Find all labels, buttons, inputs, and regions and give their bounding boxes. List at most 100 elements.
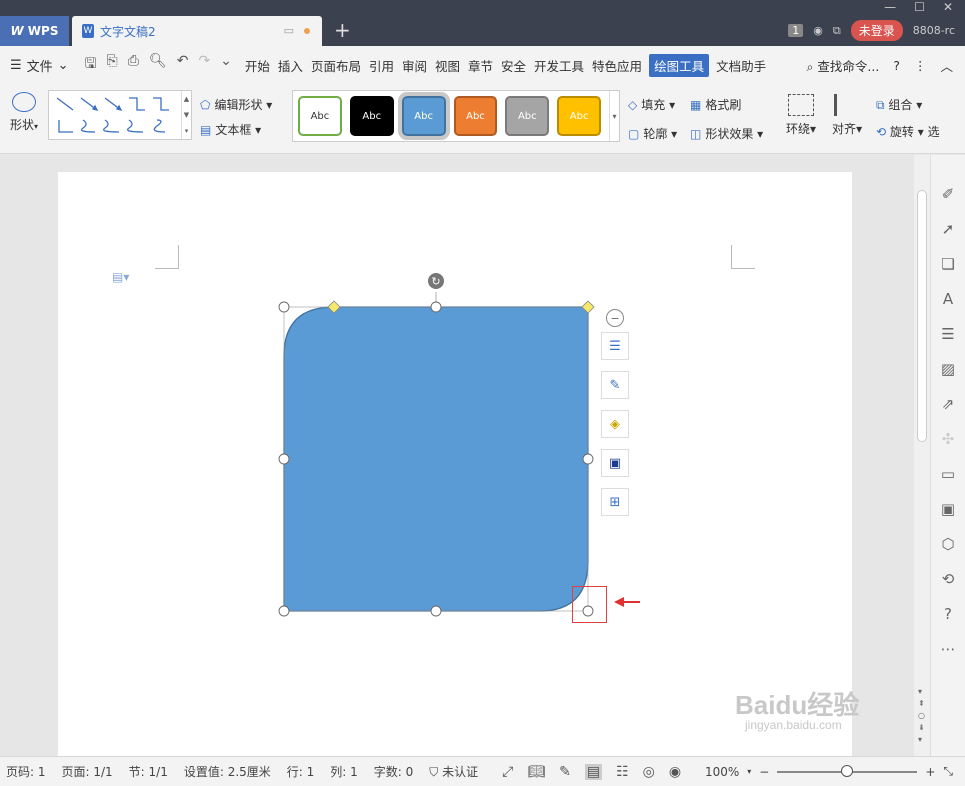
rounded-rectangle-shape[interactable]: ↻ <box>278 272 618 632</box>
new-tab-button[interactable]: + <box>334 18 351 42</box>
skin-icon[interactable]: ◉ <box>813 24 823 37</box>
menu-item[interactable]: 引用 <box>368 54 395 77</box>
read-mode-icon[interactable]: 📖︎ <box>527 764 545 780</box>
print-preview-icon[interactable]: 🔍︎ <box>149 53 167 77</box>
history-icon[interactable]: ⟲ <box>942 570 955 588</box>
paragraph-layout-icon[interactable]: ▤▾ <box>112 270 129 284</box>
web-view-icon[interactable]: ◎ <box>643 764 655 780</box>
line-shapes-gallery[interactable]: ▲ ▼ ▾ <box>48 90 192 140</box>
vertical-scrollbar[interactable]: ▾ ⇞ ○ ⇟ ▾ <box>914 155 930 756</box>
resize-handle-bottom-left[interactable] <box>278 605 290 617</box>
cursor-icon[interactable]: ➚ <box>942 220 955 238</box>
search-command[interactable]: ⌕ 查找命令... <box>806 56 879 75</box>
shape-style-option[interactable]: Abc <box>397 92 450 140</box>
window-count-badge[interactable]: 1 <box>788 24 804 37</box>
shape-body[interactable] <box>283 306 589 612</box>
align-button[interactable]: 对齐▾ <box>832 94 862 137</box>
resize-handle-right[interactable] <box>582 453 594 465</box>
document-tab[interactable]: W 文字文稿2 ▭ <box>72 16 322 46</box>
edit-mode-icon[interactable]: ✎ <box>559 764 571 780</box>
fill-button[interactable]: ◇ 填充 ▾ <box>628 96 690 113</box>
scrollbar-thumb[interactable] <box>917 190 927 442</box>
resize-handle-top[interactable] <box>430 301 442 313</box>
outline-style-icon[interactable]: ▣ <box>601 449 629 477</box>
layout-options-icon[interactable]: ☰ <box>601 332 629 360</box>
more-icon[interactable]: ⋮ <box>914 58 927 73</box>
shield-icon[interactable]: ⬡ <box>941 535 954 553</box>
fill-bucket-icon[interactable]: ◈ <box>601 410 629 438</box>
status-word-count[interactable]: 字数: 0 <box>374 763 414 780</box>
menu-item[interactable]: 页面布局 <box>310 54 362 77</box>
document-page[interactable]: ▤▾ ↻ − ☰ ✎ ◈ ▣ ⊞ <box>58 172 852 772</box>
minimize-icon[interactable]: — <box>884 0 896 14</box>
image-gallery-icon[interactable]: ▨ <box>941 360 955 378</box>
menu-item[interactable]: 视图 <box>434 54 461 77</box>
fullscreen-icon[interactable]: ⤢ <box>502 764 513 780</box>
shape-style-option[interactable]: Abc <box>453 96 498 136</box>
save-icon[interactable]: 🖫 <box>85 53 97 77</box>
more-dots-icon[interactable]: ⋯ <box>941 640 956 658</box>
wps-home-tab[interactable]: W WPS <box>0 16 69 46</box>
shapes-icon[interactable]: ❏ <box>941 255 954 273</box>
resize-handle-top-left[interactable] <box>278 301 290 313</box>
status-section[interactable]: 节: 1/1 <box>129 763 168 780</box>
pen-icon[interactable]: ✎ <box>601 371 629 399</box>
shape-style-option[interactable]: Abc <box>298 96 342 136</box>
rotate-button[interactable]: ⟲ 旋转 ▾ 选 <box>876 123 940 140</box>
resize-handle-bottom[interactable] <box>430 605 442 617</box>
zoom-out-icon[interactable]: − <box>759 765 769 779</box>
page-view-icon[interactable]: ▤ <box>584 763 603 780</box>
eye-protect-icon[interactable]: ◉ <box>669 764 681 780</box>
settings-sliders-icon[interactable]: ☰ <box>941 325 954 343</box>
login-button[interactable]: 未登录 <box>850 20 903 41</box>
menu-item[interactable]: 安全 <box>500 54 527 77</box>
menu-item[interactable]: 章节 <box>467 54 494 77</box>
text-style-icon[interactable]: A <box>943 290 953 308</box>
share-out-icon[interactable]: ⇗ <box>942 395 955 413</box>
monitor-icon[interactable]: ▭ <box>284 24 294 37</box>
export-pdf-icon[interactable]: ⎘ <box>107 53 118 77</box>
menu-item[interactable]: 开发工具 <box>533 54 585 77</box>
wrap-button[interactable]: 环绕▾ <box>786 94 816 137</box>
edit-shape-button[interactable]: ⬠ 编辑形状 ▾ <box>200 96 272 113</box>
brush-icon[interactable]: ✐ <box>942 185 955 203</box>
shape-button[interactable]: 形状▾ <box>6 92 42 133</box>
customize-icon[interactable]: ⌄ <box>220 53 232 77</box>
styles-more-icon[interactable]: ▾ <box>609 91 619 141</box>
picture-icon[interactable]: ▣ <box>941 500 955 518</box>
menu-item[interactable]: 绘图工具 <box>649 53 710 77</box>
status-page-number[interactable]: 页码: 1 <box>6 763 46 780</box>
format-painter-button[interactable]: ▦ 格式刷 <box>690 96 770 113</box>
gallery-scroll[interactable]: ▲ ▼ ▾ <box>181 91 191 139</box>
help-icon[interactable]: ? <box>893 58 900 73</box>
zoom-knob[interactable] <box>841 764 854 777</box>
share-icon[interactable]: ⧉ <box>833 24 841 38</box>
zoom-level[interactable]: 100% <box>705 765 739 779</box>
outline-button[interactable]: ▢ 轮廓 ▾ <box>628 125 690 142</box>
status-setting-value[interactable]: 设置值: 2.5厘米 <box>184 763 271 780</box>
shape-more-icon[interactable]: ⊞ <box>601 488 629 516</box>
zoom-in-icon[interactable]: + <box>925 765 935 779</box>
shape-style-option[interactable]: Abc <box>349 96 394 136</box>
menu-item[interactable]: 审阅 <box>401 54 428 77</box>
shape-style-option[interactable]: Abc <box>557 96 602 136</box>
text-box-button[interactable]: ▤ 文本框 ▾ <box>200 121 272 138</box>
resize-handle-left[interactable] <box>278 453 290 465</box>
menu-item[interactable]: 开始 <box>244 54 271 77</box>
file-menu[interactable]: ☰ 文件 ⌄ <box>0 56 79 75</box>
maximize-icon[interactable]: ☐ <box>914 0 925 14</box>
scroll-page-buttons[interactable]: ▾ ⇞ ○ ⇟ ▾ <box>918 686 925 746</box>
print-icon[interactable]: ⎙ <box>128 53 139 77</box>
outline-view-icon[interactable]: ☷ <box>616 764 629 780</box>
status-pages[interactable]: 页面: 1/1 <box>62 763 113 780</box>
group-button[interactable]: ⧉ 组合 ▾ <box>876 96 940 113</box>
menu-item[interactable]: 插入 <box>277 54 304 77</box>
help-circle-icon[interactable]: ? <box>944 605 952 623</box>
zoom-slider[interactable] <box>777 764 918 777</box>
collapse-toolbar-icon[interactable]: − <box>606 309 624 327</box>
shape-style-option[interactable]: Abc <box>505 96 550 136</box>
redo-icon[interactable]: ↷ <box>198 53 210 77</box>
menu-item[interactable]: 特色应用 <box>591 54 643 77</box>
shape-effects-button[interactable]: ◫ 形状效果 ▾ <box>690 125 770 142</box>
archive-icon[interactable]: ▭ <box>941 465 955 483</box>
